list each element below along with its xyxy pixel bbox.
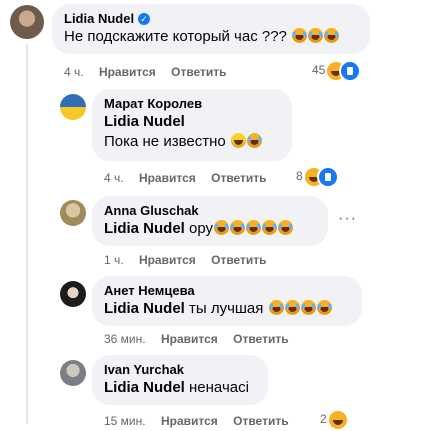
reaction-count: 8 [296, 169, 303, 184]
avatar[interactable] [60, 360, 86, 386]
reaction-summary[interactable]: 8 [296, 166, 339, 188]
comment-time[interactable]: 1 ч. [104, 253, 124, 267]
reaction-summary[interactable]: 2 [320, 409, 349, 431]
author-name[interactable]: Anna Gluschak [104, 203, 316, 219]
like-reaction-icon [339, 60, 362, 82]
verified-badge-icon: ✓ [138, 13, 151, 25]
smile-emoji-icon [230, 133, 246, 148]
comment-text-body: ты лучшая [189, 300, 264, 317]
comment-time[interactable]: 4 ч. [64, 65, 84, 79]
comment-bubble: Lidia Nudel ✓ Не подскажите который час ?… [52, 4, 370, 54]
rofl-emoji-icon [316, 300, 332, 315]
rofl-emoji-icon [230, 220, 246, 235]
thread-line [26, 44, 28, 424]
comment-time[interactable]: 4 ч. [104, 171, 124, 185]
reaction-summary[interactable]: 45 [312, 60, 362, 82]
mention-link[interactable]: Lidia Nudel [104, 379, 185, 396]
comment-time[interactable]: 15 мин. [104, 414, 146, 428]
rofl-emoji-icon [214, 220, 230, 235]
author-name[interactable]: Lidia Nudel [64, 11, 134, 26]
haha-reaction-icon [326, 409, 349, 431]
comment-text: Не подскажите который час ??? [64, 27, 358, 47]
like-link[interactable]: Нравится [161, 414, 218, 428]
reply-link[interactable]: Ответить [233, 332, 288, 346]
author-name[interactable]: Анет Немцева [104, 283, 350, 299]
comment-meta: 36 мин. Нравится Ответить [104, 331, 301, 347]
avatar[interactable] [60, 94, 86, 120]
reply-link[interactable]: Ответить [211, 253, 266, 267]
comment-text-body: неначасі [189, 379, 249, 396]
comment-meta: 1 ч. Нравится Ответить [104, 252, 279, 268]
avatar[interactable] [10, 5, 44, 39]
comment-text-body: Не подскажите который час ??? [64, 28, 287, 45]
comment-text: Пока не известно [104, 132, 280, 152]
comment-bubble: Анет Немцева Lidia Nudel ты лучшая [92, 276, 362, 326]
more-options-icon[interactable]: ··· [338, 210, 357, 228]
reaction-count: 45 [312, 63, 326, 78]
author-name[interactable]: Ivan Yurchak [104, 362, 256, 378]
comment-meta: 4 ч. Нравится Ответить [64, 64, 239, 80]
comment-text: Lidia Nudel неначасі [104, 378, 256, 398]
reaction-count: 2 [320, 412, 327, 427]
rofl-emoji-icon [268, 300, 284, 315]
rofl-emoji-icon [246, 220, 262, 235]
avatar[interactable] [60, 281, 86, 307]
rofl-emoji-icon [278, 220, 294, 235]
like-link[interactable]: Нравится [139, 171, 196, 185]
rofl-emoji-icon [324, 28, 340, 43]
comment-meta: 4 ч. Нравится Ответить [104, 170, 279, 186]
like-link[interactable]: Нравится [161, 332, 218, 346]
mention-link[interactable]: Lidia Nudel [104, 112, 280, 132]
rofl-emoji-icon [284, 300, 300, 315]
mention-link[interactable]: Lidia Nudel [104, 220, 185, 237]
rofl-emoji-icon [292, 28, 308, 43]
rofl-emoji-icon [246, 133, 262, 148]
mention-link[interactable]: Lidia Nudel [104, 300, 185, 317]
comment-author: Lidia Nudel ✓ [64, 11, 358, 27]
rofl-emoji-icon [262, 220, 278, 235]
comment-bubble: Ivan Yurchak Lidia Nudel неначасі [92, 355, 268, 405]
comment-bubble: Марат Королев Lidia Nudel Пока не извест… [92, 89, 292, 161]
reply-link[interactable]: Ответить [171, 65, 226, 79]
comment-text: Lidia Nudel ты лучшая [104, 299, 350, 319]
like-link[interactable]: Нравится [139, 253, 196, 267]
like-link[interactable]: Нравится [99, 65, 156, 79]
rofl-emoji-icon [308, 28, 324, 43]
author-name[interactable]: Марат Королев [104, 96, 280, 112]
rofl-emoji-icon [300, 300, 316, 315]
comment-text-body: Пока не известно [104, 133, 226, 150]
avatar[interactable] [60, 200, 86, 226]
reply-link[interactable]: Ответить [211, 171, 266, 185]
comment-text: Lidia Nudel ору [104, 219, 316, 239]
reply-link[interactable]: Ответить [233, 414, 288, 428]
comment-text-body: ору [189, 220, 214, 237]
like-reaction-icon [316, 166, 339, 188]
comment-bubble: Anna Gluschak Lidia Nudel ору [92, 196, 328, 246]
comment-time[interactable]: 36 мин. [104, 332, 146, 346]
